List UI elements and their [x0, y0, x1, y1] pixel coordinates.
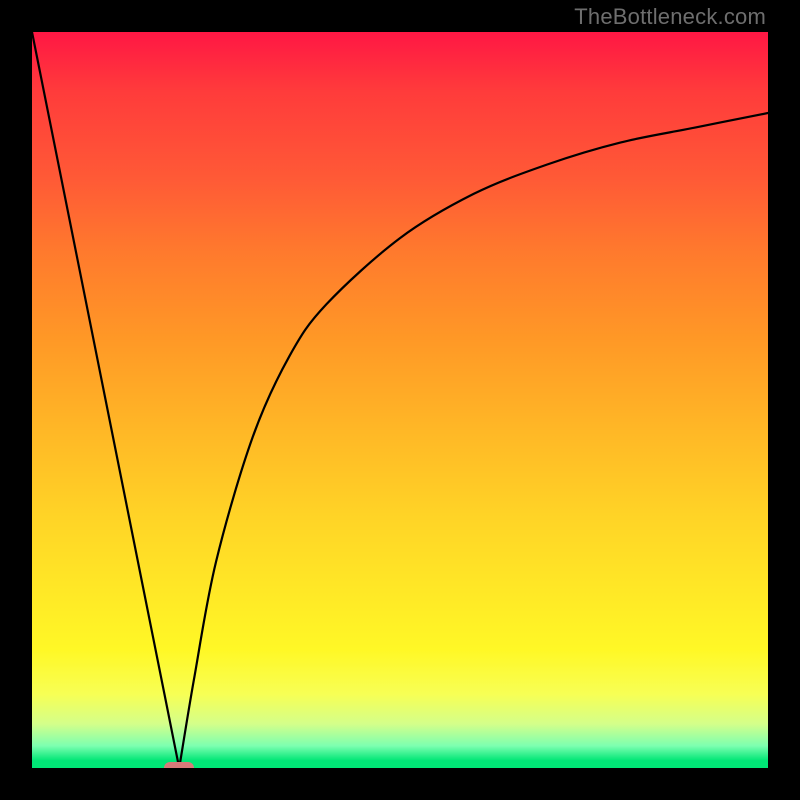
bottleneck-curve — [32, 32, 768, 768]
plot-area — [32, 32, 768, 768]
chart-frame: TheBottleneck.com — [0, 0, 800, 800]
curve-path — [32, 32, 768, 768]
minimum-marker — [164, 762, 194, 768]
watermark-text: TheBottleneck.com — [574, 4, 766, 30]
